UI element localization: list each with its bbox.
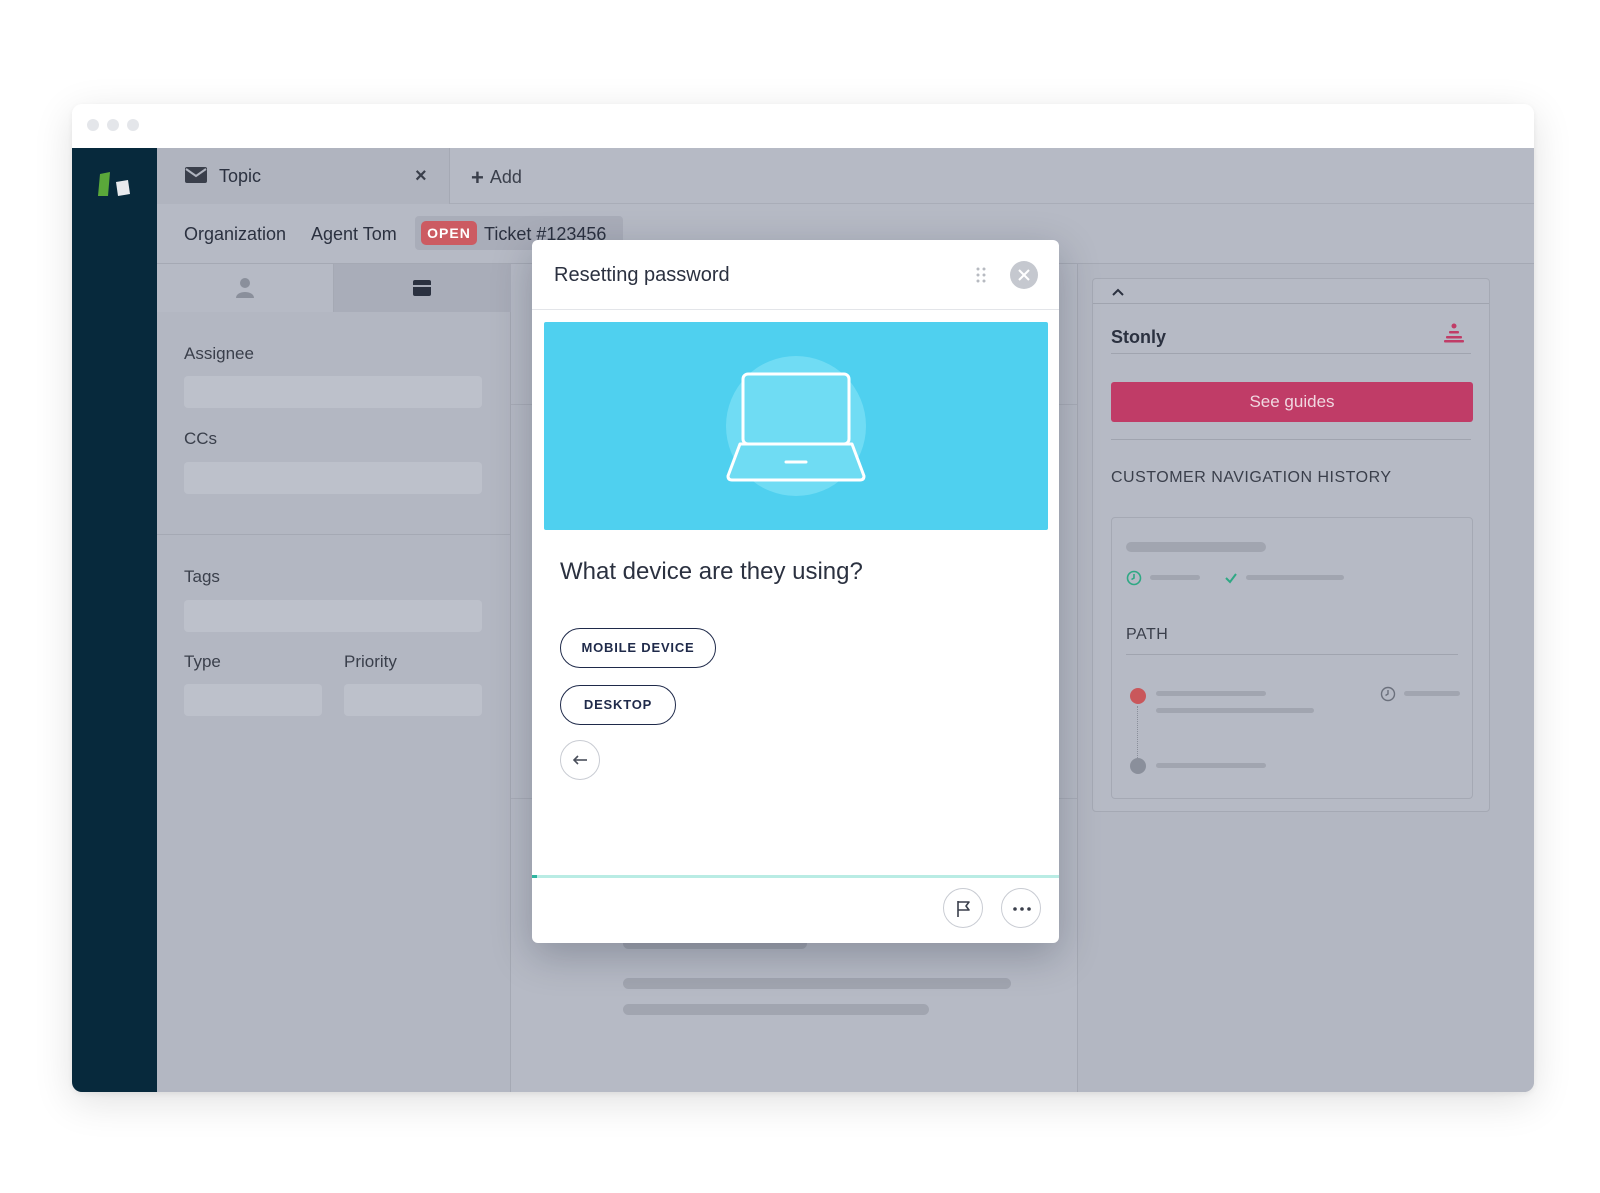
close-modal-button[interactable] — [1010, 261, 1038, 289]
laptop-icon — [726, 356, 866, 496]
window-maximize-control[interactable] — [127, 119, 139, 131]
divider — [157, 534, 510, 535]
stonly-panel: Stonly See guides CUSTOMER NAVIGATION HI… — [1077, 264, 1534, 1092]
placeholder-line — [623, 978, 1011, 989]
type-field[interactable] — [184, 684, 322, 716]
see-guides-button[interactable]: See guides — [1111, 382, 1473, 422]
card-icon — [413, 280, 431, 296]
placeholder-line — [1150, 575, 1200, 580]
close-icon[interactable]: × — [415, 165, 427, 188]
type-label: Type — [184, 652, 221, 671]
user-icon — [236, 278, 254, 298]
placeholder-line — [623, 1004, 929, 1015]
divider — [1093, 303, 1489, 304]
question-text: What device are they using? — [560, 558, 863, 585]
tags-field[interactable] — [184, 600, 482, 632]
progress-bar — [532, 875, 1059, 878]
flag-button[interactable] — [943, 888, 983, 928]
ccs-label: CCs — [184, 429, 218, 448]
priority-field[interactable] — [344, 684, 482, 716]
close-icon — [1018, 269, 1030, 281]
placeholder-line — [1156, 691, 1266, 696]
tab-ticket-card[interactable] — [334, 264, 511, 312]
title-bar — [72, 104, 1534, 148]
tab-topic[interactable]: Topic × — [157, 148, 450, 204]
progress-fill — [532, 875, 538, 878]
placeholder-line — [1156, 763, 1266, 768]
window-close-control[interactable] — [87, 119, 99, 131]
path-start-dot — [1130, 688, 1146, 704]
breadcrumb-agent[interactable]: Agent Tom — [311, 224, 397, 245]
placeholder-line — [1126, 542, 1266, 552]
mail-icon — [185, 167, 207, 183]
guide-modal: Resetting password What device are they … — [532, 240, 1059, 943]
back-button[interactable] — [560, 740, 600, 780]
flag-icon — [957, 901, 970, 917]
placeholder-line — [1404, 691, 1460, 696]
section-title: CUSTOMER NAVIGATION HISTORY — [1111, 469, 1392, 486]
status-badge: OPEN — [421, 221, 477, 245]
tab-label: Topic — [219, 166, 262, 186]
sidebar — [72, 148, 157, 1092]
path-label: PATH — [1126, 626, 1169, 643]
app-logo-icon[interactable] — [96, 168, 136, 200]
window-minimize-control[interactable] — [107, 119, 119, 131]
ticket-properties-panel: Assignee CCs Tags Type Priority — [157, 264, 511, 1092]
clock-icon — [1126, 570, 1142, 586]
add-tab-label: Add — [489, 167, 522, 187]
option-desktop-button[interactable]: DESKTOP — [560, 685, 676, 725]
clock-icon — [1380, 686, 1396, 702]
breadcrumb-organization[interactable]: Organization — [184, 224, 286, 245]
assignee-field[interactable] — [184, 376, 482, 408]
assignee-label: Assignee — [184, 344, 254, 363]
drag-handle-icon[interactable] — [975, 267, 987, 283]
tab-user[interactable] — [157, 264, 334, 312]
stonly-title: Stonly — [1111, 327, 1167, 347]
more-options-button[interactable] — [1001, 888, 1041, 928]
priority-label: Priority — [344, 652, 397, 671]
divider — [1111, 353, 1471, 354]
add-tab-button[interactable]: + Add — [471, 165, 522, 191]
arrow-left-icon — [572, 755, 587, 765]
panel-tabs — [157, 264, 511, 312]
ccs-field[interactable] — [184, 462, 482, 494]
placeholder-line — [1246, 575, 1344, 580]
modal-header: Resetting password — [532, 240, 1059, 310]
path-connector — [1137, 706, 1138, 758]
more-icon — [1013, 907, 1031, 911]
navigation-history-box: PATH — [1111, 517, 1473, 799]
divider — [1126, 654, 1458, 655]
check-icon — [1225, 573, 1237, 584]
divider — [1111, 439, 1471, 440]
stonly-card: Stonly See guides CUSTOMER NAVIGATION HI… — [1092, 278, 1490, 812]
option-mobile-device-button[interactable]: MOBILE DEVICE — [560, 628, 716, 668]
guide-steps-icon[interactable] — [1443, 323, 1465, 343]
chevron-up-icon[interactable] — [1111, 287, 1125, 297]
path-end-dot — [1130, 758, 1146, 774]
hero-illustration — [544, 322, 1048, 530]
tab-bar: Topic × + Add — [157, 148, 1534, 204]
modal-title: Resetting password — [554, 264, 730, 286]
plus-icon: + — [471, 165, 484, 190]
placeholder-line — [1156, 708, 1314, 713]
tags-label: Tags — [184, 567, 220, 586]
